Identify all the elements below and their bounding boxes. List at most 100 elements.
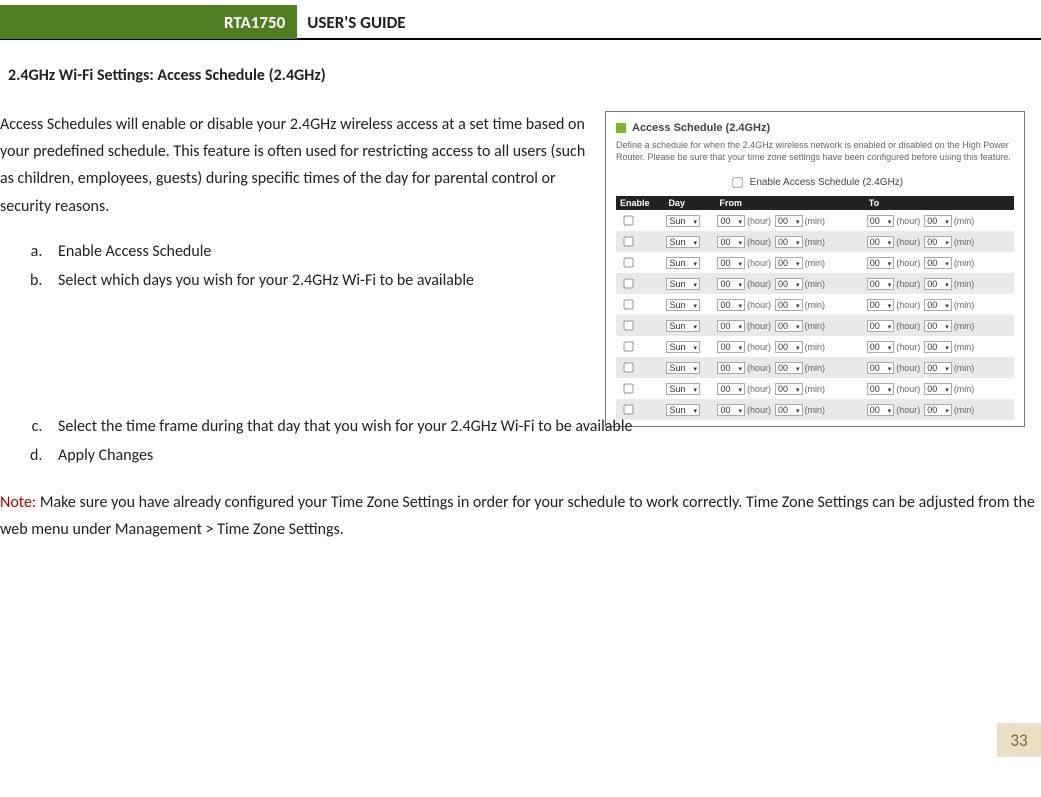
row-enable-checkbox[interactable] [624,384,634,394]
day-select[interactable]: Sun [666,341,700,353]
from-hour-select[interactable]: 00 [717,341,745,353]
min-label: (min) [954,216,975,226]
min-label: (min) [954,258,975,268]
to-hour-select[interactable]: 00 [867,257,895,269]
from-hour-select[interactable]: 00 [717,236,745,248]
row-enable-checkbox[interactable] [624,279,634,289]
hour-label: (hour) [896,363,920,373]
min-label: (min) [805,363,826,373]
from-min-select[interactable]: 00 [775,362,803,374]
to-hour-select[interactable]: 00 [867,236,895,248]
day-select[interactable]: Sun [666,215,700,227]
row-enable-checkbox[interactable] [624,258,634,268]
from-hour-select[interactable]: 00 [717,278,745,290]
step-d: Apply Changes [46,442,1041,471]
hour-label: (hour) [747,237,771,247]
min-label: (min) [805,300,826,310]
day-select[interactable]: Sun [666,278,700,290]
col-to: To [865,196,1014,210]
hour-label: (hour) [747,363,771,373]
to-min-select[interactable]: 00 [924,278,952,290]
row-enable-checkbox[interactable] [624,363,634,373]
figure-enable-row: Enable Access Schedule (2.4GHz) [616,173,1014,192]
row-enable-checkbox[interactable] [624,321,634,331]
to-min-select[interactable]: 00 [924,383,952,395]
min-label: (min) [954,384,975,394]
enable-schedule-checkbox[interactable] [732,178,742,188]
from-hour-select[interactable]: 00 [717,404,745,416]
hour-label: (hour) [747,384,771,394]
from-min-select[interactable]: 00 [775,299,803,311]
min-label: (min) [805,321,826,331]
from-hour-select[interactable]: 00 [717,257,745,269]
from-min-select[interactable]: 00 [775,278,803,290]
day-select[interactable]: Sun [666,257,700,269]
row-enable-checkbox[interactable] [624,237,634,247]
doc-header: RTA1750 USER'S GUIDE [0,6,1041,40]
table-row: Sun00(hour)00(min)00(hour)00(min) [616,231,1014,252]
to-hour-select[interactable]: 00 [867,383,895,395]
min-label: (min) [954,237,975,247]
to-min-select[interactable]: 00 [924,362,952,374]
day-select[interactable]: Sun [666,299,700,311]
figure-access-schedule: Access Schedule (2.4GHz) Define a schedu… [605,111,1025,427]
day-select[interactable]: Sun [666,320,700,332]
hour-label: (hour) [896,342,920,352]
from-min-select[interactable]: 00 [775,215,803,227]
to-min-select[interactable]: 00 [924,215,952,227]
to-min-select[interactable]: 00 [924,341,952,353]
note-label: Note: [0,493,36,512]
to-hour-select[interactable]: 00 [867,404,895,416]
from-min-select[interactable]: 00 [775,257,803,269]
day-select[interactable]: Sun [666,404,700,416]
from-min-select[interactable]: 00 [775,236,803,248]
row-enable-checkbox[interactable] [624,342,634,352]
from-hour-select[interactable]: 00 [717,383,745,395]
product-name: RTA1750 [218,5,297,39]
step-a: Enable Access Schedule [46,238,589,267]
to-hour-select[interactable]: 00 [867,362,895,374]
from-hour-select[interactable]: 00 [717,362,745,374]
to-hour-select[interactable]: 00 [867,278,895,290]
from-hour-select[interactable]: 00 [717,299,745,311]
col-from: From [715,196,864,210]
to-min-select[interactable]: 00 [924,404,952,416]
to-hour-select[interactable]: 00 [867,299,895,311]
row-enable-checkbox[interactable] [624,405,634,415]
from-min-select[interactable]: 00 [775,341,803,353]
day-select[interactable]: Sun [666,362,700,374]
from-hour-select[interactable]: 00 [717,215,745,227]
day-select[interactable]: Sun [666,236,700,248]
to-min-select[interactable]: 00 [924,299,952,311]
to-min-select[interactable]: 00 [924,236,952,248]
table-row: Sun00(hour)00(min)00(hour)00(min) [616,210,1014,231]
to-min-select[interactable]: 00 [924,320,952,332]
to-hour-select[interactable]: 00 [867,215,895,227]
from-hour-select[interactable]: 00 [717,320,745,332]
from-min-select[interactable]: 00 [775,404,803,416]
step-b: Select which days you wish for your 2.4G… [46,267,589,296]
hour-label: (hour) [896,384,920,394]
table-row: Sun00(hour)00(min)00(hour)00(min) [616,399,1014,420]
min-label: (min) [805,405,826,415]
min-label: (min) [954,342,975,352]
col-enable: Enable [616,196,664,210]
row-enable-checkbox[interactable] [624,216,634,226]
to-min-select[interactable]: 00 [924,257,952,269]
hour-label: (hour) [896,216,920,226]
min-label: (min) [954,300,975,310]
row-enable-checkbox[interactable] [624,300,634,310]
from-min-select[interactable]: 00 [775,383,803,395]
min-label: (min) [805,384,826,394]
to-hour-select[interactable]: 00 [867,320,895,332]
figure-title-row: Access Schedule (2.4GHz) [616,122,1014,134]
hour-label: (hour) [747,279,771,289]
from-min-select[interactable]: 00 [775,320,803,332]
note-paragraph: Note: Make sure you have already configu… [0,489,1041,543]
day-select[interactable]: Sun [666,383,700,395]
min-label: (min) [805,342,826,352]
body-text-column: Access Schedules will enable or disable … [0,111,589,427]
hour-label: (hour) [747,321,771,331]
to-hour-select[interactable]: 00 [867,341,895,353]
schedule-table: Enable Day From To Sun00(hour)00(min)00(… [616,196,1014,420]
